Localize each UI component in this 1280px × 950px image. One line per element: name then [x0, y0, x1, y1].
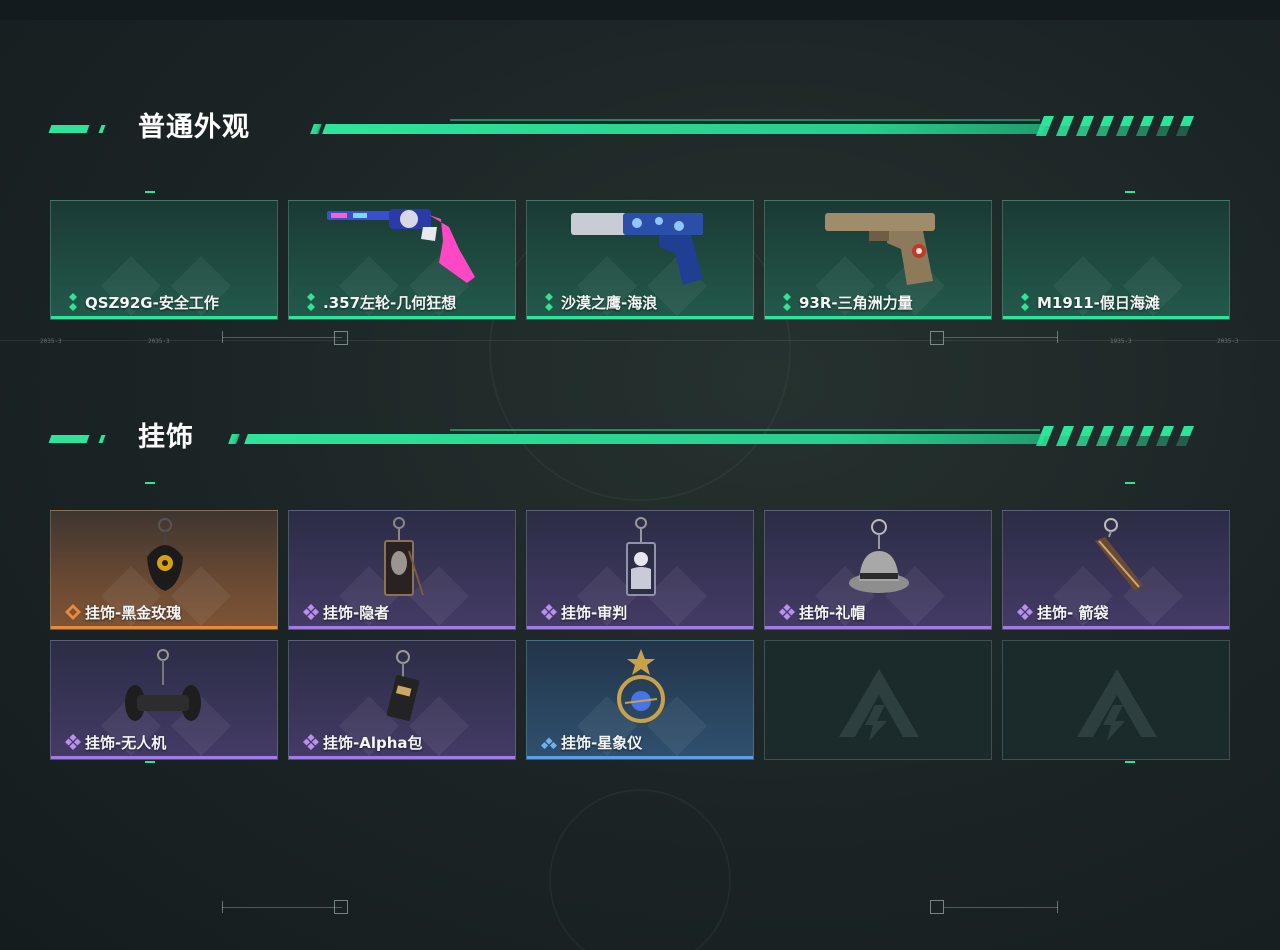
game-logo-icon [839, 669, 919, 741]
item-card-desert-eagle[interactable]: 沙漠之鹰-海浪 [526, 200, 754, 320]
top-bar [0, 0, 1280, 20]
item-label: 93R-三角洲力量 [799, 294, 913, 312]
empty-slot [1002, 640, 1230, 760]
rarity-green-icon [1021, 293, 1029, 311]
drone-charm-icon [125, 649, 201, 721]
rarity-blue-icon [541, 737, 557, 750]
item-label: 挂饰- 箭袋 [1037, 604, 1109, 622]
header-dash [48, 125, 90, 133]
rarity-green-icon [545, 293, 553, 311]
pistol-93r-skin-icon [825, 213, 935, 285]
header-dash [98, 435, 106, 443]
item-label: .357左轮-几何狂想 [323, 294, 457, 312]
fedora-hat-charm-icon [849, 519, 909, 593]
rarity-orange-icon [65, 604, 81, 620]
item-label: 挂饰-礼帽 [799, 604, 866, 622]
header-bar [244, 434, 1046, 444]
judgement-card-charm-icon [626, 517, 656, 596]
item-card-93r[interactable]: 93R-三角洲力量 [764, 200, 992, 320]
hermit-card-charm-icon [384, 517, 424, 596]
revolver-skin-icon [327, 209, 475, 283]
item-label: 挂饰-黑金玫瑰 [85, 604, 182, 622]
game-logo-icon [1077, 669, 1157, 741]
item-label: 挂饰-审判 [561, 604, 628, 622]
item-label: QSZ92G-安全工作 [85, 294, 219, 312]
desert-eagle-skin-icon [571, 213, 703, 285]
item-label: 挂饰-隐者 [323, 604, 390, 622]
item-card-fedora[interactable]: 挂饰-礼帽 [764, 510, 992, 630]
rarity-purple-icon [303, 604, 319, 620]
item-card-black-gold-rose[interactable]: 挂饰-黑金玫瑰 [50, 510, 278, 630]
alpha-bag-charm-icon [386, 650, 420, 721]
item-card-m1911[interactable]: M1911-假日海滩 [1002, 200, 1230, 320]
item-label: 挂饰-星象仪 [561, 734, 643, 752]
item-card-qsz92g[interactable]: QSZ92G-安全工作 [50, 200, 278, 320]
section-header-skins: 普通外观 [48, 110, 1200, 150]
item-label: 挂饰-Alpha包 [323, 734, 423, 752]
checker-pattern [1036, 116, 1194, 136]
section-title: 普通外观 [138, 112, 250, 143]
section-title: 挂饰 [138, 422, 194, 453]
rarity-green-icon [69, 293, 77, 311]
item-label: 挂饰-无人机 [85, 734, 167, 752]
rarity-purple-icon [65, 734, 81, 750]
rarity-purple-icon [303, 734, 319, 750]
empty-slot [764, 640, 992, 760]
item-card-357-revolver[interactable]: .357左轮-几何狂想 [288, 200, 516, 320]
astrolabe-charm-icon [617, 649, 665, 723]
header-dash [48, 435, 90, 443]
rarity-green-icon [307, 293, 315, 311]
item-label: 沙漠之鹰-海浪 [561, 294, 658, 312]
rarity-green-icon [783, 293, 791, 311]
section-header-charms: 挂饰 [48, 420, 1200, 460]
black-gold-rose-charm-icon [147, 518, 183, 591]
checker-pattern [1036, 426, 1194, 446]
item-card-astrolabe[interactable]: 挂饰-星象仪 [526, 640, 754, 760]
header-dash [98, 125, 106, 133]
item-card-hermit[interactable]: 挂饰-隐者 [288, 510, 516, 630]
item-card-drone[interactable]: 挂饰-无人机 [50, 640, 278, 760]
item-card-alpha-bag[interactable]: 挂饰-Alpha包 [288, 640, 516, 760]
rarity-purple-icon [779, 604, 795, 620]
item-label: M1911-假日海滩 [1037, 294, 1160, 312]
header-bar [322, 124, 1046, 134]
item-card-quiver[interactable]: 挂饰- 箭袋 [1002, 510, 1230, 630]
rarity-purple-icon [1017, 604, 1033, 620]
item-card-judgement[interactable]: 挂饰-审判 [526, 510, 754, 630]
quiver-charm-icon [1095, 518, 1143, 591]
rarity-purple-icon [541, 604, 557, 620]
